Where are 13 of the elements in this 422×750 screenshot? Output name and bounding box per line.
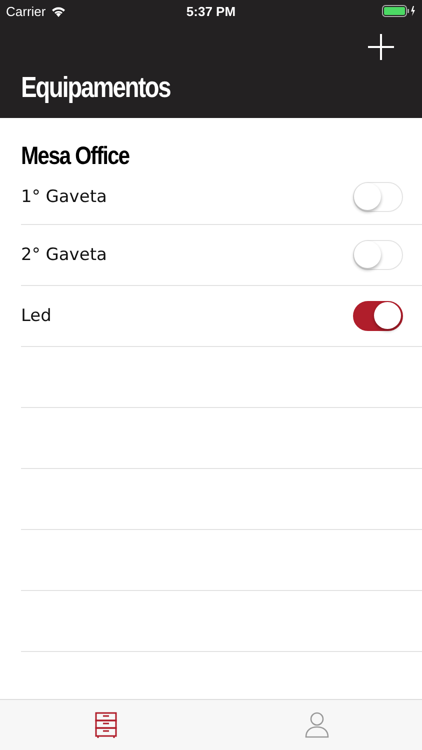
carrier-label: Carrier: [6, 4, 46, 18]
toggle-switch[interactable]: [353, 301, 403, 331]
drawers-icon: [94, 712, 116, 738]
row-label: Led: [21, 306, 52, 326]
row-label: 2° Gaveta: [21, 245, 107, 265]
row-label: 1° Gaveta: [21, 187, 107, 207]
page-title: Equipamentos: [21, 72, 170, 105]
status-time: 5:37 PM: [186, 4, 236, 18]
battery-icon: [382, 5, 416, 17]
add-button[interactable]: [368, 34, 394, 60]
wifi-icon: [50, 6, 66, 16]
section-title: Mesa Office: [21, 142, 130, 170]
person-icon: [304, 712, 328, 738]
